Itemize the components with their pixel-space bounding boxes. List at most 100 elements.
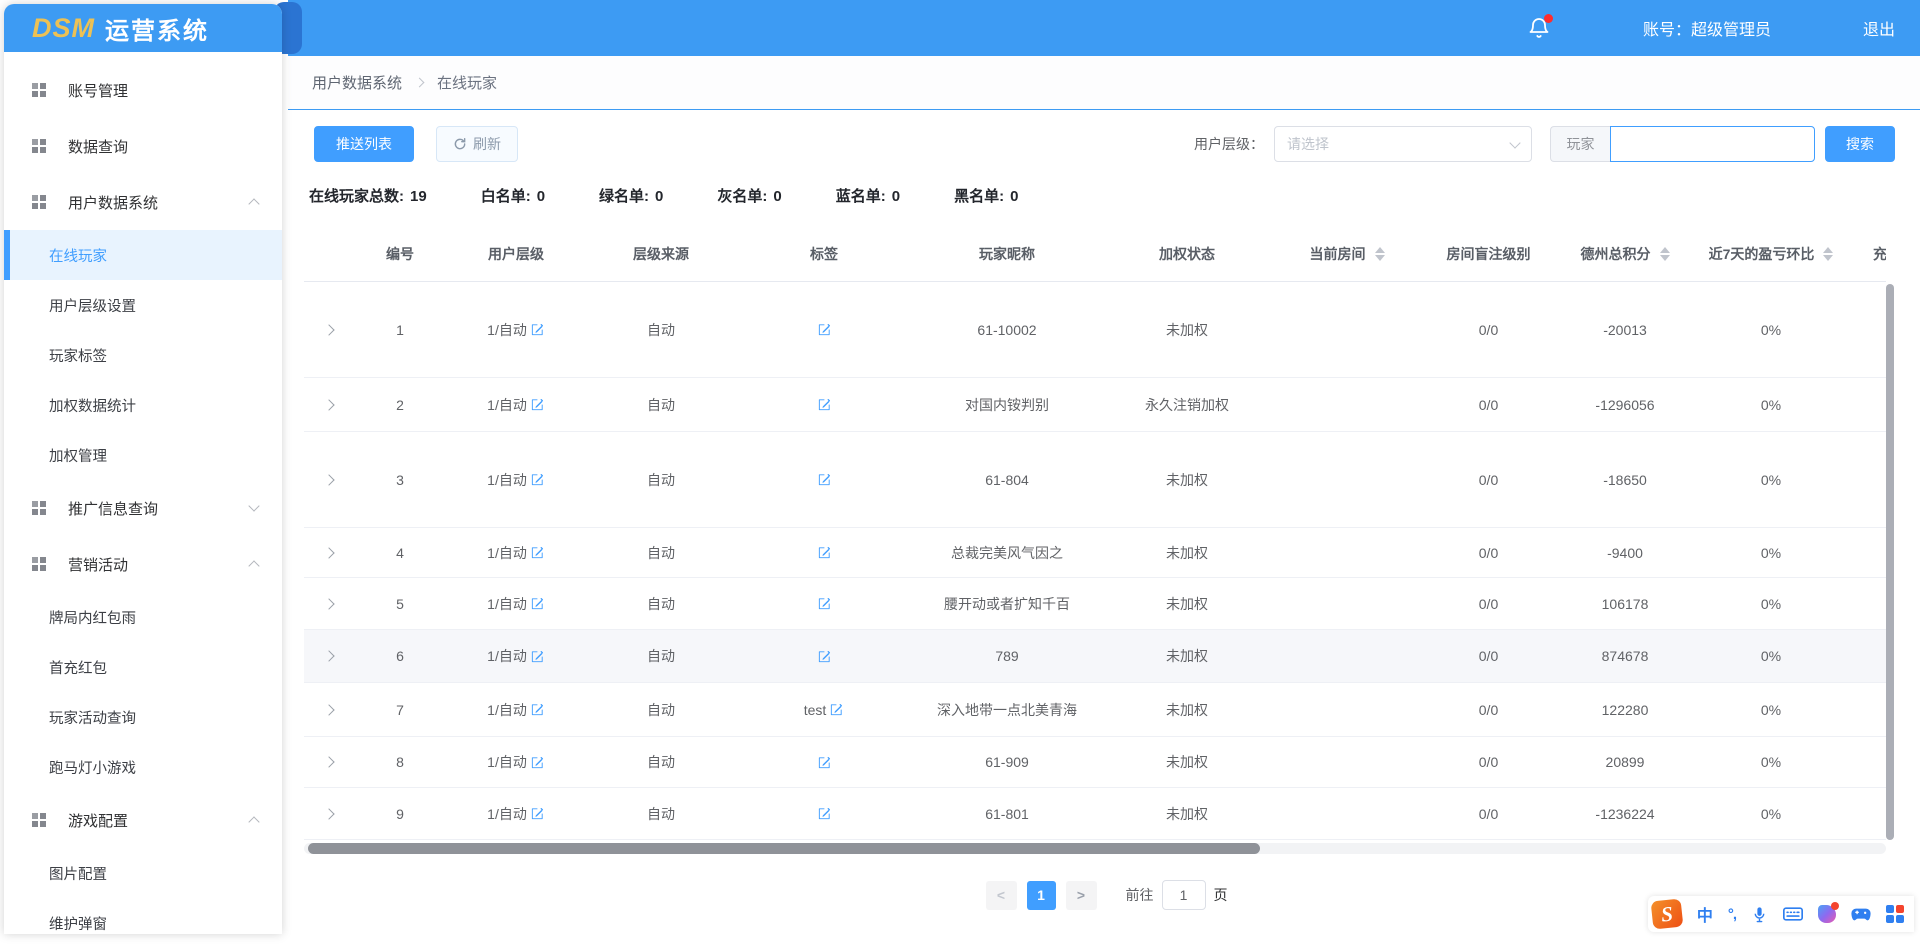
expand-row-icon[interactable] bbox=[323, 756, 334, 767]
sidebar-item-0[interactable]: 账号管理 bbox=[4, 62, 282, 118]
edit-icon[interactable] bbox=[530, 397, 545, 412]
edit-icon[interactable] bbox=[530, 702, 545, 717]
edit-icon[interactable] bbox=[817, 755, 832, 770]
sidebar-item-label: 加权数据统计 bbox=[49, 395, 136, 416]
cell-nickname: 61-801 bbox=[912, 788, 1102, 839]
edit-icon[interactable] bbox=[530, 596, 545, 611]
goto-page-input[interactable] bbox=[1162, 880, 1206, 910]
cell-user-level: 1/自动 bbox=[446, 282, 586, 377]
sidebar-item-label: 牌局内红包雨 bbox=[49, 607, 136, 628]
sidebar-item-8[interactable]: 推广信息查询 bbox=[4, 480, 282, 536]
main-content: 用户数据系统 在线玩家 推送列表 刷新 用户层级： 请选择 玩家 搜索 在线玩家… bbox=[288, 56, 1920, 934]
breadcrumb: 用户数据系统 在线玩家 bbox=[288, 56, 1920, 110]
punctuation-icon[interactable]: °, bbox=[1728, 906, 1736, 923]
sort-carets-icon[interactable] bbox=[1823, 247, 1833, 261]
expand-row-icon[interactable] bbox=[323, 650, 334, 661]
next-page-button[interactable]: > bbox=[1066, 881, 1097, 910]
skin-icon[interactable] bbox=[1818, 905, 1836, 923]
sidebar-item-12[interactable]: 玩家活动查询 bbox=[4, 692, 282, 742]
sidebar-item-10[interactable]: 牌局内红包雨 bbox=[4, 592, 282, 642]
horizontal-scrollbar-thumb[interactable] bbox=[308, 843, 1260, 854]
keyboard-icon[interactable] bbox=[1783, 906, 1803, 922]
toolbar-row: 推送列表 刷新 用户层级： 请选择 玩家 搜索 bbox=[314, 126, 1895, 162]
expand-row-icon[interactable] bbox=[323, 808, 334, 819]
menu-grid-icon bbox=[32, 813, 46, 827]
logout-link[interactable]: 退出 bbox=[1863, 16, 1895, 40]
sidebar-item-11[interactable]: 首充红包 bbox=[4, 642, 282, 692]
gamepad-icon[interactable] bbox=[1851, 907, 1871, 922]
edit-icon[interactable] bbox=[817, 322, 832, 337]
sidebar-item-7[interactable]: 加权管理 bbox=[4, 430, 282, 480]
sidebar-item-label: 在线玩家 bbox=[49, 245, 107, 266]
edit-icon[interactable] bbox=[530, 649, 545, 664]
cell-nickname: 总裁完美风气因之 bbox=[912, 528, 1102, 577]
menu-grid-icon bbox=[32, 83, 46, 97]
vertical-scrollbar-thumb[interactable] bbox=[1886, 284, 1894, 840]
edit-icon[interactable] bbox=[817, 397, 832, 412]
edit-icon[interactable] bbox=[530, 472, 545, 487]
expand-row-icon[interactable] bbox=[323, 474, 334, 485]
sidebar-item-9[interactable]: 营销活动 bbox=[4, 536, 282, 592]
breadcrumb-parent[interactable]: 用户数据系统 bbox=[312, 72, 402, 93]
sidebar-item-14[interactable]: 游戏配置 bbox=[4, 792, 282, 848]
sidebar-item-5[interactable]: 玩家标签 bbox=[4, 330, 282, 380]
column-header-10[interactable]: 近7天的盈亏环比 bbox=[1695, 226, 1847, 281]
chevron-up-icon bbox=[248, 198, 259, 209]
sidebar-item-4[interactable]: 用户层级设置 bbox=[4, 280, 282, 330]
page-number-1[interactable]: 1 bbox=[1027, 881, 1056, 910]
notification-bell-icon[interactable] bbox=[1527, 16, 1551, 40]
page-unit-label: 页 bbox=[1214, 885, 1228, 905]
edit-icon[interactable] bbox=[530, 545, 545, 560]
sidebar-item-13[interactable]: 跑马灯小游戏 bbox=[4, 742, 282, 792]
edit-icon[interactable] bbox=[530, 322, 545, 337]
prev-page-button[interactable]: < bbox=[986, 881, 1017, 910]
cell-level-source: 自动 bbox=[586, 432, 736, 527]
column-header-8: 房间盲注级别 bbox=[1422, 226, 1555, 281]
sidebar-item-1[interactable]: 数据查询 bbox=[4, 118, 282, 174]
push-list-button[interactable]: 推送列表 bbox=[314, 126, 414, 162]
microphone-icon[interactable] bbox=[1751, 906, 1768, 923]
cell-weight-status: 未加权 bbox=[1102, 788, 1272, 839]
edit-icon[interactable] bbox=[817, 596, 832, 611]
edit-icon[interactable] bbox=[817, 806, 832, 821]
sort-carets-icon[interactable] bbox=[1660, 247, 1670, 261]
expand-row-icon[interactable] bbox=[323, 399, 334, 410]
player-search-input[interactable] bbox=[1610, 126, 1815, 162]
edit-icon[interactable] bbox=[817, 649, 832, 664]
sidebar-item-3[interactable]: 在线玩家 bbox=[4, 230, 282, 280]
chinese-mode-icon[interactable]: 中 bbox=[1697, 902, 1713, 926]
table-row-7: 71/自动自动test深入地带一点北美青海未加权0/01222800% bbox=[304, 683, 1886, 737]
cell-tag bbox=[736, 737, 912, 787]
sidebar-item-6[interactable]: 加权数据统计 bbox=[4, 380, 282, 430]
user-level-select[interactable]: 请选择 bbox=[1274, 126, 1532, 162]
edit-icon[interactable] bbox=[829, 702, 844, 717]
cell-level-source: 自动 bbox=[586, 528, 736, 577]
expand-row-icon[interactable] bbox=[323, 324, 334, 335]
column-header-9[interactable]: 德州总积分 bbox=[1555, 226, 1695, 281]
toolbox-icon[interactable] bbox=[1886, 905, 1904, 923]
cell-id: 8 bbox=[354, 737, 446, 787]
expand-row-icon[interactable] bbox=[323, 547, 334, 558]
column-header-7[interactable]: 当前房间 bbox=[1272, 226, 1422, 281]
edit-icon[interactable] bbox=[530, 755, 545, 770]
refresh-button[interactable]: 刷新 bbox=[436, 126, 518, 162]
sidebar-item-15[interactable]: 图片配置 bbox=[4, 848, 282, 898]
edit-icon[interactable] bbox=[817, 545, 832, 560]
cell-7day-ratio: 0% bbox=[1695, 378, 1847, 431]
cell-tag bbox=[736, 788, 912, 839]
sort-carets-icon[interactable] bbox=[1375, 247, 1385, 261]
expand-row-icon[interactable] bbox=[323, 704, 334, 715]
sogou-logo[interactable]: S bbox=[1650, 899, 1683, 930]
edit-icon[interactable] bbox=[530, 806, 545, 821]
player-search-group: 玩家 bbox=[1550, 126, 1815, 162]
menu-grid-icon bbox=[32, 195, 46, 209]
cell-recharge bbox=[1847, 378, 1886, 431]
cell-nickname: 对国内铵判别 bbox=[912, 378, 1102, 431]
expand-row-icon[interactable] bbox=[323, 598, 334, 609]
user-level-label: 用户层级： bbox=[1194, 134, 1264, 154]
sidebar-item-2[interactable]: 用户数据系统 bbox=[4, 174, 282, 230]
cell-user-level: 1/自动 bbox=[446, 683, 586, 736]
edit-icon[interactable] bbox=[817, 472, 832, 487]
sidebar-item-16[interactable]: 维护弹窗 bbox=[4, 898, 282, 948]
search-button[interactable]: 搜索 bbox=[1825, 126, 1895, 162]
